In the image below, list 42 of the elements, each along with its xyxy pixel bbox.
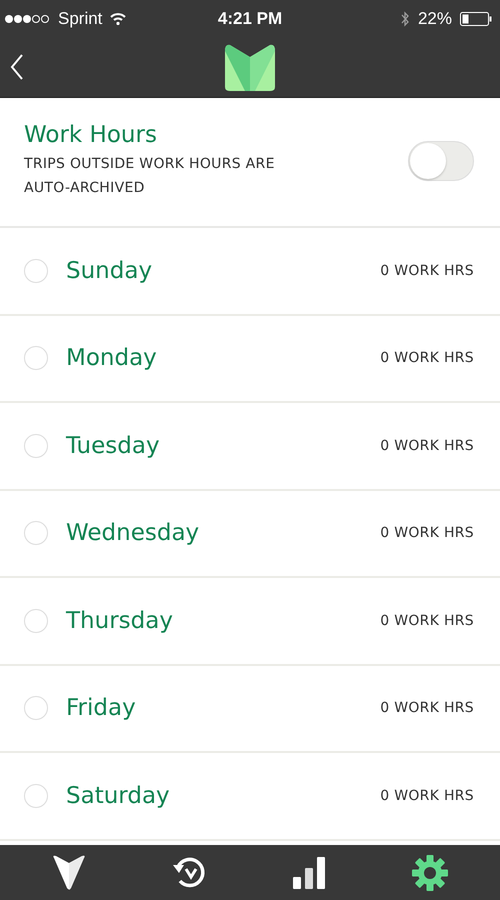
- day-radio[interactable]: [24, 608, 48, 633]
- bluetooth-icon: [400, 11, 410, 27]
- day-row[interactable]: Saturday 0 WORK HRS: [0, 753, 500, 840]
- work-hours-count: 0 WORK HRS: [380, 788, 474, 804]
- settings-icon[interactable]: [412, 854, 448, 890]
- day-row[interactable]: Wednesday 0 WORK HRS: [0, 490, 500, 578]
- day-row[interactable]: Thursday 0 WORK HRS: [0, 578, 500, 666]
- day-row[interactable]: Monday 0 WORK HRS: [0, 316, 500, 403]
- wifi-icon: [110, 13, 126, 25]
- day-name: Saturday: [66, 782, 171, 809]
- work-hours-count: 0 WORK HRS: [380, 350, 474, 366]
- back-icon[interactable]: [10, 53, 24, 81]
- status-time: 4:21 PM: [218, 9, 282, 29]
- signal-icon: [4, 14, 50, 24]
- work-hours-count: 0 WORK HRS: [380, 262, 474, 279]
- battery-icon: [460, 12, 492, 26]
- day-radio[interactable]: [24, 696, 48, 720]
- battery-percent: 22%: [418, 9, 452, 29]
- day-row[interactable]: Tuesday 0 WORK HRS: [0, 403, 500, 490]
- work-hours-toggle[interactable]: [408, 141, 474, 181]
- section-description: TRIPS OUTSIDE WORK HOURS ARE AUTO-ARCHIVED: [24, 155, 276, 198]
- carrier-name: Sprint: [58, 9, 102, 29]
- logo-icon: [225, 42, 275, 92]
- work-hours-count: 0 WORK HRS: [380, 700, 474, 716]
- day-row[interactable]: Friday 0 WORK HRS: [0, 666, 500, 753]
- day-name: Sunday: [66, 258, 154, 284]
- work-hours-count: 0 WORK HRS: [380, 438, 474, 454]
- day-name: Thursday: [66, 608, 174, 634]
- day-radio[interactable]: [24, 521, 48, 546]
- day-radio[interactable]: [24, 784, 48, 808]
- bar-chart-icon[interactable]: [292, 854, 328, 890]
- day-radio[interactable]: [24, 434, 48, 458]
- day-name: Tuesday: [66, 432, 161, 459]
- day-row[interactable]: Sunday 0 WORK HRS: [0, 228, 500, 316]
- work-hours-count: 0 WORK HRS: [380, 612, 474, 629]
- day-name: Monday: [66, 345, 158, 372]
- day-radio[interactable]: [24, 258, 48, 283]
- day-radio[interactable]: [24, 346, 48, 370]
- day-name: Friday: [66, 695, 137, 722]
- work-hours-count: 0 WORK HRS: [380, 525, 474, 542]
- day-name: Wednesday: [66, 520, 200, 546]
- section-title: Work Hours: [24, 122, 158, 148]
